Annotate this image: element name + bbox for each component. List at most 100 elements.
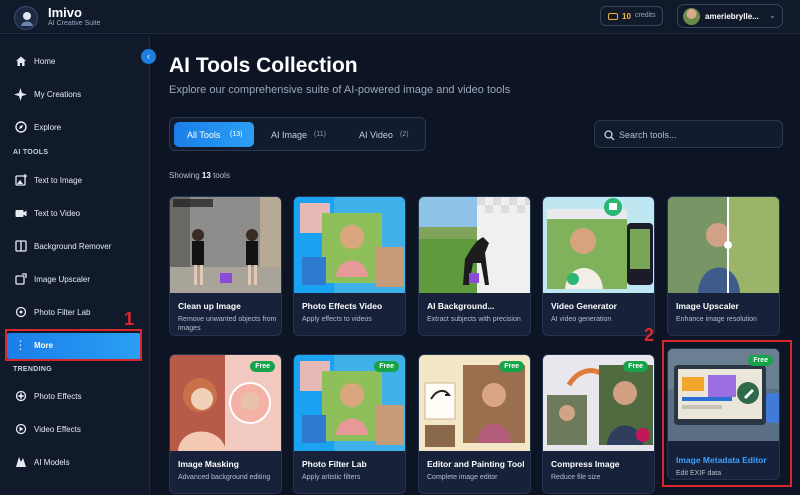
highlight-box-1 [5,329,142,361]
video-icon [14,207,27,220]
card-description: Apply effects to videos [302,316,372,323]
card-thumbnail [668,197,779,293]
card-title: Photo Effects Video [302,301,383,311]
sidebar-item-label: AI Models [34,458,70,467]
tab-ai-image[interactable]: AI Image (11) [262,122,338,147]
results-count: Showing 13 tools [169,171,230,180]
sidebar-item-home[interactable]: Home [6,49,142,75]
card-title: Image Masking [178,459,239,469]
upscale-icon [14,273,27,286]
sparkle-icon [14,88,27,101]
search-input[interactable] [619,126,774,143]
tool-card-photo-filter-lab[interactable]: Free Photo Filter Lab Apply artistic fil… [293,354,406,494]
sidebar-item-label: Background Remover [34,242,112,251]
tab-count: (2) [400,131,409,138]
compass-icon [14,121,27,134]
card-thumbnail [543,197,654,293]
sidebar-item-label: Explore [34,123,62,132]
tab-all-tools[interactable]: All Tools (13) [174,122,254,147]
card-description: Advanced background editing [178,474,271,481]
results-suffix: tools [213,171,230,180]
section-title-trending: TRENDING [13,366,52,373]
sidebar-item-text-to-image[interactable]: Text to Image [6,168,142,194]
results-number: 13 [201,171,211,180]
tool-card-editor-and-painting-tool[interactable]: Free Editor and Painting Tool Complete i… [418,354,531,494]
avatar [683,8,700,25]
free-badge: Free [623,361,648,372]
search-icon [604,128,615,146]
card-description: Remove unwanted objects from images [178,316,277,332]
tab-label: AI Video [359,130,393,140]
sidebar-item-background-remover[interactable]: Background Remover [6,234,142,260]
tool-card-image-upscaler[interactable]: Image Upscaler Enhance image resolution [667,196,780,336]
top-bar: Imivo AI Creative Suite 10 credits ameri… [0,0,800,34]
card-title: Editor and Painting Tool [427,459,525,469]
card-title: Photo Filter Lab [302,459,367,469]
chevron-down-icon: ⌄ [769,11,776,20]
free-badge: Free [499,361,524,372]
card-title: AI Background... [427,301,495,311]
free-badge: Free [250,361,275,372]
section-title-ai-tools: AI TOOLS [13,149,49,156]
user-menu-button[interactable]: ameriebrylle... ⌄ [677,4,783,28]
card-description: Complete image editor [427,474,498,481]
tool-card-clean-up-image[interactable]: Clean up Image Remove unwanted objects f… [169,196,282,336]
sidebar-item-label: Text to Video [34,209,81,218]
tool-card-video-generator[interactable]: Video Generator AI video generation [542,196,655,336]
sidebar-item-label: Photo Filter Lab [34,308,91,317]
tab-ai-video[interactable]: AI Video (2) [347,122,421,147]
sidebar-item-video-effects[interactable]: Video Effects [6,417,142,443]
sidebar-item-my-creations[interactable]: My Creations [6,82,142,108]
card-thumbnail [170,197,281,293]
sidebar-item-label: Text to Image [34,176,83,185]
free-badge: Free [374,361,399,372]
credits-icon [608,13,618,20]
sidebar-item-label: My Creations [34,90,82,99]
card-description: Extract subjects with precision [427,316,521,323]
card-description: AI video generation [551,316,612,323]
card-title: Image Upscaler [676,301,739,311]
results-prefix: Showing [169,171,200,180]
logo-icon [21,12,33,26]
tool-card-photo-effects-video[interactable]: Photo Effects Video Apply effects to vid… [293,196,406,336]
card-thumbnail [294,197,405,293]
sidebar-item-ai-models[interactable]: AI Models [6,450,142,476]
sidebar-item-label: Video Effects [34,425,81,434]
credits-badge[interactable]: 10 credits [600,6,663,26]
sidebar-item-image-upscaler[interactable]: Image Upscaler [6,267,142,293]
credits-count: 10 [622,12,631,21]
credits-label: credits [635,12,656,19]
sidebar-item-label: Photo Effects [34,392,82,401]
tool-card-ai-background[interactable]: AI Background... Extract subjects with p… [418,196,531,336]
collapse-sidebar-button[interactable]: ‹ [141,49,156,64]
card-title: Video Generator [551,301,617,311]
effects-icon [14,390,27,403]
card-thumbnail [419,197,530,293]
sidebar-item-photo-filter-lab[interactable]: Photo Filter Lab [6,300,142,326]
app-subtitle: AI Creative Suite [48,20,101,27]
card-description: Reduce file size [551,474,601,481]
app-name: Imivo [48,5,82,20]
tool-card-compress-image[interactable]: Free Compress Image Reduce file size [542,354,655,494]
category-tabs: All Tools (13) AI Image (11) AI Video (2… [169,117,426,151]
app-logo[interactable] [14,6,38,30]
username: ameriebrylle... [705,12,759,21]
split-icon [14,240,27,253]
sidebar-item-explore[interactable]: Explore [6,115,142,141]
video-effects-icon [14,423,27,436]
card-title: Clean up Image [178,301,241,311]
page-description: Explore our comprehensive suite of AI-po… [169,84,511,96]
sidebar-item-text-to-video[interactable]: Text to Video [6,201,142,227]
search-box [594,120,783,148]
filter-icon [14,306,27,319]
tool-card-image-masking[interactable]: Free Image Masking Advanced background e… [169,354,282,494]
page-title: AI Tools Collection [169,54,358,77]
home-icon [14,55,27,68]
sidebar-item-label: Image Upscaler [34,275,91,284]
sidebar-item-photo-effects[interactable]: Photo Effects [6,384,142,410]
sidebar-item-label: Home [34,57,56,66]
card-title: Compress Image [551,459,620,469]
annotation-label-2: 2 [644,325,655,345]
card-description: Enhance image resolution [676,316,757,323]
tab-label: AI Image [271,130,308,140]
